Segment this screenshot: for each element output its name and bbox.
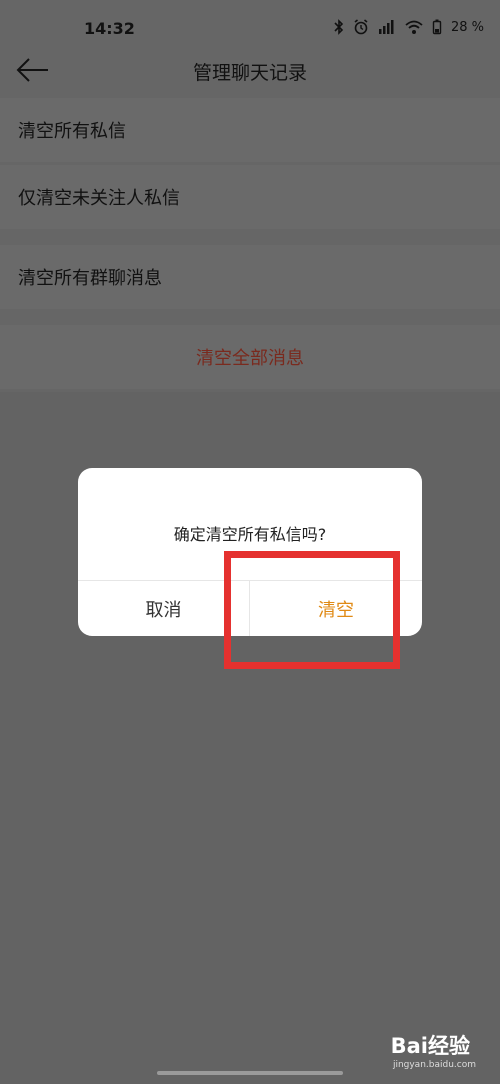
dialog-message: 确定清空所有私信吗? <box>173 525 327 544</box>
alarm-icon <box>353 19 369 35</box>
highlight-annotation <box>224 551 400 669</box>
bluetooth-icon <box>334 19 344 35</box>
menu-item-clear-group-chats[interactable]: 清空所有群聊消息 <box>0 245 500 309</box>
status-bar: 14:32 28 % <box>0 0 500 56</box>
menu-item-label: 清空所有群聊消息 <box>18 268 162 289</box>
watermark-logo: Bai经验 <box>390 1034 470 1058</box>
header: 管理聊天记录 <box>0 56 500 96</box>
battery-icon <box>432 19 442 35</box>
menu-item-clear-unfollowed-private[interactable]: 仅清空未关注人私信 <box>0 165 500 229</box>
status-time: 14:32 <box>84 19 135 38</box>
watermark-url: jingyan.baidu.com <box>392 1060 476 1070</box>
menu-item-label: 仅清空未关注人私信 <box>18 188 180 209</box>
home-indicator[interactable] <box>157 1071 343 1075</box>
page-title: 管理聊天记录 <box>192 62 307 84</box>
menu-item-clear-all-messages[interactable]: 清空全部消息 <box>0 325 500 389</box>
wifi-icon <box>405 20 423 35</box>
menu-item-label: 清空所有私信 <box>18 121 126 142</box>
signal-icon <box>378 19 396 35</box>
status-icons: 28 % <box>334 19 484 35</box>
menu-item-clear-all-private[interactable]: 清空所有私信 <box>0 98 500 162</box>
battery-percent: 28 % <box>450 19 484 35</box>
menu-item-label: 清空全部消息 <box>196 348 304 369</box>
